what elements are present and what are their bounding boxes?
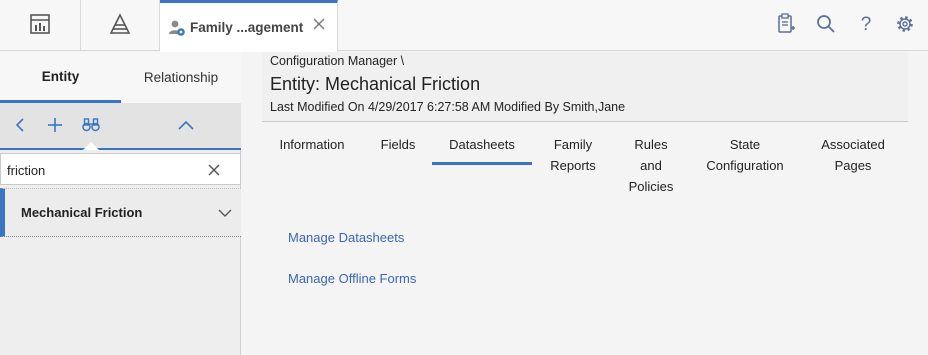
help-button[interactable]: ?	[855, 14, 877, 36]
dashboard-button[interactable]	[0, 0, 81, 51]
tab-state-configuration[interactable]: State Configuration	[698, 134, 792, 176]
last-modified-text: Last Modified On 4/29/2017 6:27:58 AM Mo…	[270, 100, 626, 114]
breadcrumb[interactable]: Configuration Manager \	[270, 54, 404, 68]
close-icon[interactable]	[311, 16, 327, 32]
tab-rules-and-policies[interactable]: Rules and Policies	[624, 134, 678, 197]
chevron-up-icon	[177, 119, 195, 134]
tab-family-management[interactable]: Family ...agement	[160, 0, 338, 52]
page-title: Entity: Mechanical Friction	[270, 74, 481, 94]
tab-label: Family ...agement	[190, 20, 304, 35]
asset-hierarchy-icon	[108, 13, 132, 38]
chevron-left-icon	[13, 117, 27, 136]
entity-tabs: Information Fields Datasheets Family Rep…	[262, 134, 908, 194]
dashboard-icon	[29, 13, 51, 38]
list-item-label: Mechanical Friction	[21, 205, 143, 220]
manage-offline-forms-link[interactable]: Manage Offline Forms	[288, 271, 416, 286]
search-box	[0, 153, 241, 185]
tab-fields[interactable]: Fields	[380, 134, 416, 155]
settings-icon	[895, 14, 915, 37]
tab-relationship[interactable]: Relationship	[121, 52, 241, 103]
tab-datasheets[interactable]: Datasheets	[432, 134, 532, 165]
add-button[interactable]	[44, 115, 66, 137]
back-button[interactable]	[9, 115, 31, 137]
settings-button[interactable]	[894, 14, 916, 36]
clipboard-add-button[interactable]	[775, 12, 797, 38]
find-button[interactable]	[80, 115, 102, 137]
search-button[interactable]	[815, 14, 837, 36]
tab-entity[interactable]: Entity	[0, 52, 121, 103]
left-panel: Entity Relationship friction Mechanical …	[0, 52, 241, 355]
toolbar-caret	[83, 142, 99, 150]
tab-information[interactable]: Information	[279, 134, 345, 155]
datasheet-links: Manage Datasheets Manage Offline Forms	[288, 230, 416, 312]
manage-datasheets-link[interactable]: Manage Datasheets	[288, 230, 416, 245]
clipboard-add-icon	[776, 12, 796, 38]
collapse-button[interactable]	[175, 115, 197, 137]
search-icon	[816, 14, 836, 37]
help-icon: ?	[860, 14, 872, 35]
entity-header: Configuration Manager \ Entity: Mechanic…	[262, 52, 908, 122]
asset-hierarchy-button[interactable]	[81, 0, 160, 51]
tab-family-reports[interactable]: Family Reports	[544, 134, 602, 176]
family-management-icon	[168, 19, 186, 37]
top-bar: Family ...agement ?	[0, 0, 928, 52]
search-input[interactable]	[7, 160, 197, 180]
plus-icon	[47, 117, 63, 136]
main-content: Configuration Manager \ Entity: Mechanic…	[242, 52, 928, 355]
chevron-down-icon[interactable]	[217, 205, 233, 221]
binoculars-icon	[82, 117, 100, 136]
left-toolbar	[0, 103, 241, 150]
list-item[interactable]: Mechanical Friction	[0, 188, 241, 237]
clear-search-icon[interactable]	[206, 162, 222, 178]
tab-associated-pages[interactable]: Associated Pages	[813, 134, 893, 176]
left-tabs: Entity Relationship	[0, 52, 241, 103]
